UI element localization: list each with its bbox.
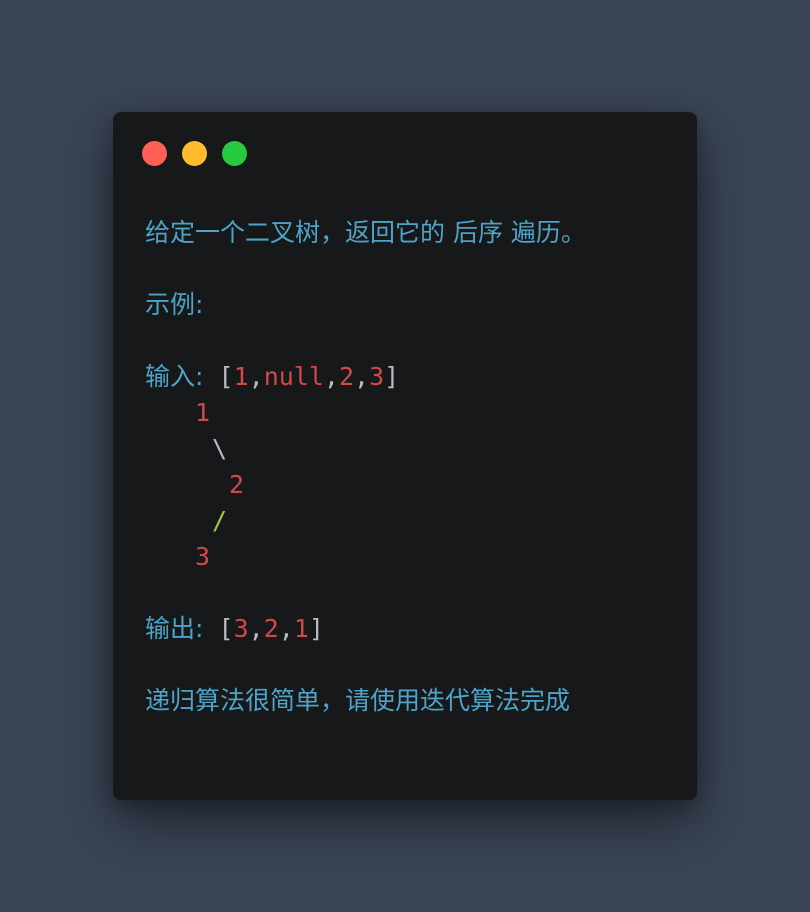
- output-value: 2: [263, 614, 279, 643]
- example-label: 示例:: [145, 290, 204, 319]
- tree-node-root: 1: [195, 398, 211, 427]
- output-line: 输出: [3,2,1]: [145, 614, 324, 644]
- input-value: 1: [233, 362, 249, 391]
- output-bracket-open: [: [218, 614, 234, 643]
- output-value: 3: [233, 614, 249, 643]
- input-comma: ,: [248, 362, 264, 391]
- input-comma: ,: [323, 362, 339, 391]
- tree-edge-right: \: [212, 434, 228, 463]
- close-window-icon[interactable]: [142, 141, 167, 166]
- input-value: 2: [338, 362, 355, 391]
- tree-node-right: 2: [229, 470, 245, 499]
- input-bracket-open: [: [218, 362, 234, 391]
- code-window: 给定一个二叉树，返回它的 后序 遍历。 示例: 输入: [1,null,2,3]…: [113, 112, 697, 800]
- tree-node-left: 3: [195, 542, 211, 571]
- input-line: 输入: [1,null,2,3]: [145, 362, 399, 392]
- output-label: 输出:: [145, 614, 204, 643]
- output-comma: ,: [278, 614, 294, 643]
- tree-edge-left: /: [212, 506, 228, 535]
- hint-text: 递归算法很简单，请使用迭代算法完成: [145, 686, 571, 715]
- minimize-window-icon[interactable]: [182, 141, 207, 166]
- input-bracket-close: ]: [384, 362, 400, 391]
- input-value: null: [263, 362, 324, 391]
- output-comma: ,: [248, 614, 264, 643]
- input-value: 3: [369, 362, 385, 391]
- maximize-window-icon[interactable]: [222, 141, 247, 166]
- problem-description: 给定一个二叉树，返回它的 后序 遍历。: [145, 218, 586, 247]
- output-bracket-close: ]: [308, 614, 324, 643]
- input-comma: ,: [354, 362, 370, 391]
- input-label: 输入:: [145, 362, 204, 391]
- output-value: 1: [293, 614, 309, 643]
